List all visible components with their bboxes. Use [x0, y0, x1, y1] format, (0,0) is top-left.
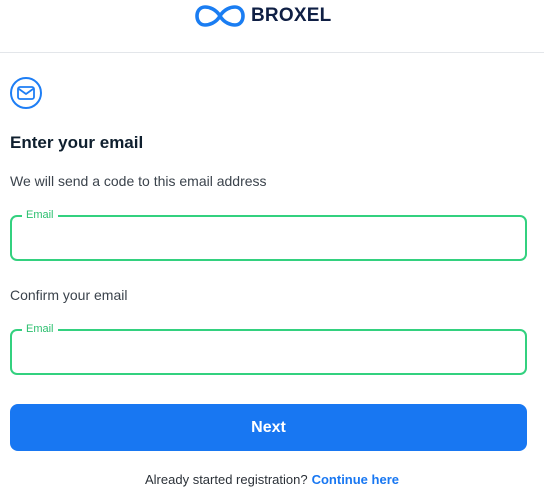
registration-page: BROXEL Enter your email We will send a c… — [0, 0, 544, 500]
brand-logo[interactable]: BROXEL — [195, 4, 331, 28]
mail-icon-badge — [10, 77, 42, 109]
confirm-email-field[interactable]: Email — [10, 322, 527, 375]
confirm-email-field-legend: Email — [22, 322, 58, 336]
email-field-legend: Email — [22, 208, 58, 222]
page-title: Enter your email — [10, 133, 144, 152]
confirm-email-label: Confirm your email — [10, 287, 128, 303]
next-button[interactable]: Next — [10, 404, 527, 451]
page-subtitle: We will send a code to this email addres… — [10, 173, 267, 189]
footer-continue: Already started registration? Continue he… — [0, 472, 544, 488]
infinity-logo-icon — [195, 5, 245, 27]
email-input[interactable] — [24, 225, 514, 251]
email-field[interactable]: Email — [10, 208, 527, 261]
continue-here-link[interactable]: Continue here — [312, 472, 399, 487]
footer-prompt: Already started registration? — [145, 472, 308, 487]
brand-name: BROXEL — [251, 5, 332, 26]
confirm-email-input[interactable] — [24, 339, 514, 365]
header-bar: BROXEL — [0, 0, 544, 53]
mail-icon — [17, 86, 35, 100]
